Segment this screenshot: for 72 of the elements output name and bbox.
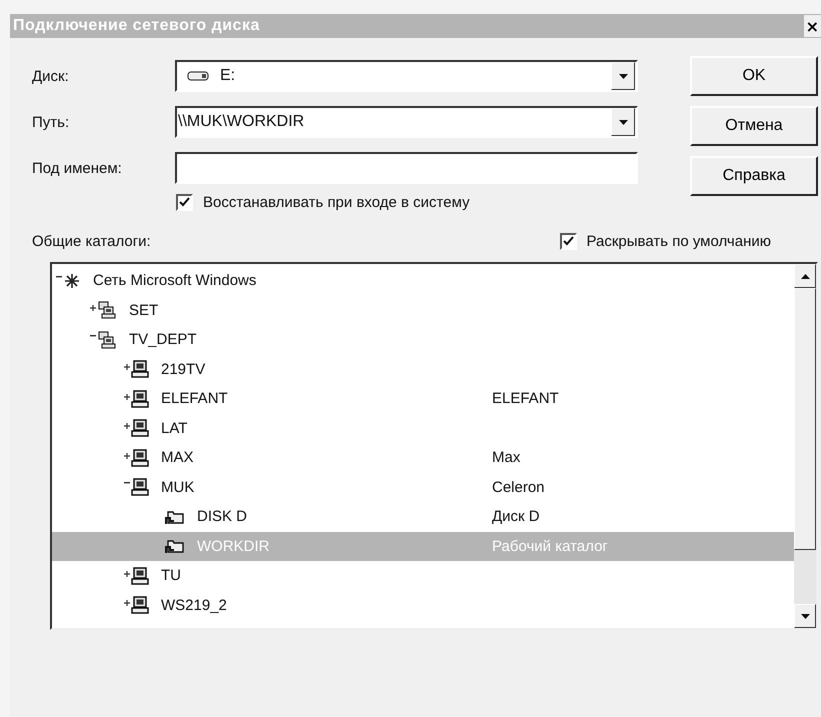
minus-icon[interactable] — [56, 276, 62, 278]
tree-row[interactable]: 219TV — [52, 354, 794, 384]
scroll-up-button[interactable] — [794, 264, 816, 288]
network-icon — [63, 272, 81, 290]
scrollbar[interactable] — [794, 264, 816, 628]
tree-item-label: ELEFANT — [161, 390, 228, 408]
plus-icon[interactable] — [124, 452, 130, 459]
tree-row[interactable]: ELEFANT ELEFANT — [52, 384, 794, 414]
computer-icon — [131, 596, 149, 614]
input-field[interactable] — [175, 152, 638, 184]
tree-item-label: SET — [129, 302, 158, 319]
close-button[interactable]: × — [804, 15, 821, 37]
plus-icon[interactable] — [124, 394, 130, 400]
tree-row[interactable]: SET — [52, 296, 794, 325]
plus-icon[interactable] — [90, 305, 96, 312]
up-arrow-icon — [800, 274, 810, 278]
tree-row[interactable]: MAX Max — [52, 443, 794, 472]
computer-icon — [131, 390, 149, 408]
checkbox[interactable] — [176, 194, 193, 211]
dropdown-field[interactable]: \\MUK\WORKDIR — [175, 106, 638, 138]
checkbox-label: Восстанавливать при входе в систему — [203, 194, 470, 211]
computer-icon — [131, 478, 149, 496]
dropdown-field[interactable]: E: — [175, 60, 638, 92]
comment-text: Max — [492, 449, 520, 466]
shared-folder-icon — [165, 508, 185, 525]
scroll-down-button[interactable] — [794, 604, 816, 628]
plus-icon[interactable] — [124, 600, 130, 606]
comment-text: ELEFANT — [492, 390, 559, 408]
shared-folder-icon — [165, 538, 185, 554]
tree-item-label: MUK — [161, 478, 194, 496]
tree-row[interactable]: DISK D Диск D — [52, 502, 794, 532]
comment-text: Рабочий каталог — [492, 538, 608, 555]
plus-icon[interactable] — [124, 364, 130, 370]
tree-item-label: DISK D — [197, 508, 248, 526]
tree-item-label: WS219_2 — [161, 596, 227, 614]
minus-icon[interactable] — [90, 334, 96, 337]
tree-item-label: TU — [161, 567, 181, 584]
tree-item-label: MAX — [161, 449, 194, 466]
tree-item-label: 219TV — [161, 360, 206, 378]
window-title: Подключение сетевого диска — [13, 17, 260, 35]
computer-icon — [131, 419, 149, 438]
minus-icon[interactable] — [124, 482, 130, 484]
tree-item-label: WORKDIR — [197, 538, 270, 555]
dialog-button[interactable]: OK — [690, 56, 818, 96]
comment-text: Диск D — [492, 508, 540, 526]
computers-icon — [97, 330, 117, 349]
down-arrow-icon — [800, 614, 810, 618]
tree-item-label: TV_DEPT — [129, 331, 197, 348]
computer-icon — [131, 360, 149, 378]
comment-text: Celeron — [492, 478, 545, 496]
tree-row[interactable]: TV_DEPT — [52, 325, 794, 354]
tree-row[interactable]: TU — [52, 561, 794, 590]
tree-row[interactable]: WS219_2 — [52, 590, 794, 620]
tree-row[interactable]: LAT — [52, 414, 794, 443]
checkbox-label: Раскрывать по умолчанию — [586, 233, 771, 250]
field-label: Диск: — [32, 68, 70, 84]
tree-row[interactable]: MUK Celeron — [52, 472, 794, 502]
computer-icon — [131, 566, 149, 585]
dialog-button[interactable]: Справка — [690, 156, 818, 196]
plus-icon[interactable] — [124, 570, 130, 577]
tree-row[interactable]: Сеть Microsoft Windows — [52, 266, 794, 296]
section-label: Общие каталоги: — [32, 233, 151, 250]
tree-item-label: LAT — [161, 420, 188, 437]
computer-icon — [131, 448, 149, 467]
dialog-button[interactable]: Отмена — [690, 106, 818, 146]
checkbox[interactable] — [560, 233, 577, 250]
plus-icon[interactable] — [124, 423, 130, 430]
scroll-thumb[interactable] — [794, 288, 816, 550]
field-label: Под именем: — [32, 160, 123, 176]
field-label: Путь: — [32, 114, 70, 130]
tree-item-label: Сеть Microsoft Windows — [93, 272, 256, 290]
computers-icon — [97, 301, 117, 320]
